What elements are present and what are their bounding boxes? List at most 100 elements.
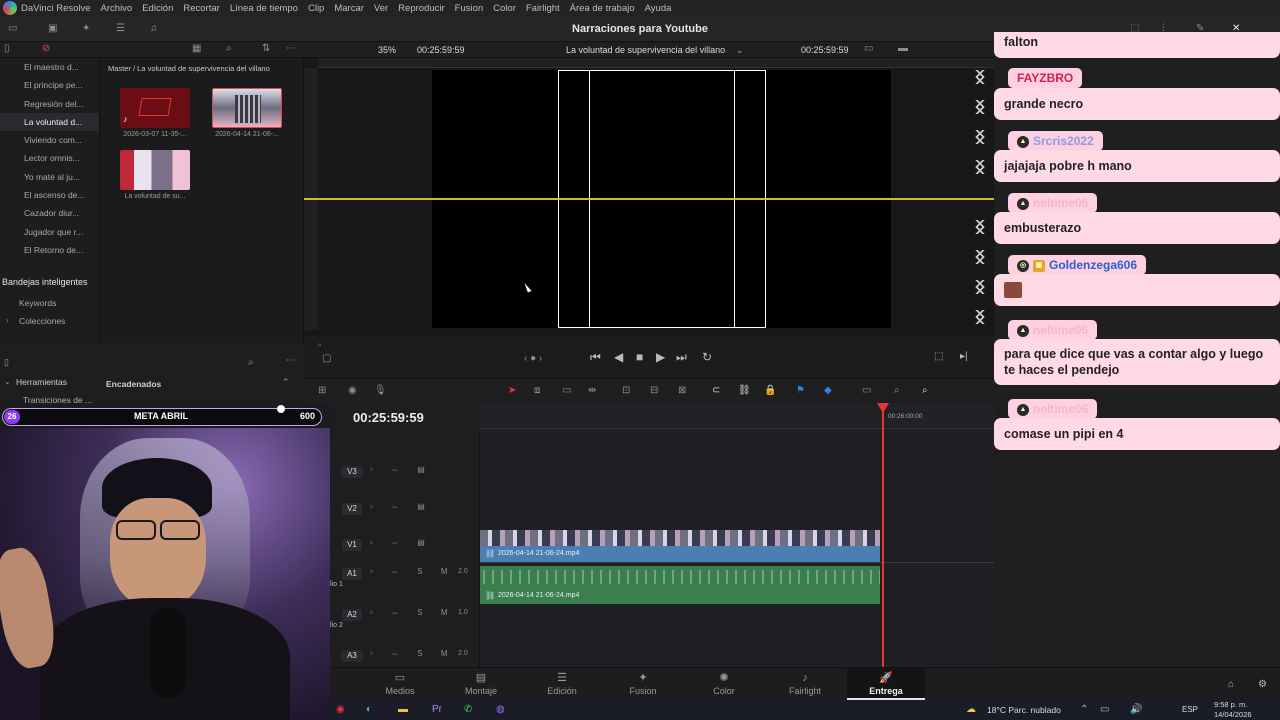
chevron-right-icon[interactable]: › bbox=[6, 316, 9, 325]
insert-icon[interactable]: ⊡ bbox=[622, 384, 630, 398]
track-controls-icon[interactable]: ▫ ⇔ S M bbox=[370, 608, 456, 617]
layout-icon[interactable]: ⊞ bbox=[318, 384, 326, 398]
snap-icon[interactable]: ⊂ bbox=[712, 384, 720, 398]
dynamic-trim-icon[interactable]: ▭ bbox=[562, 384, 571, 398]
audio-clip[interactable]: 2026-04-14 21-06-24.mp4 ⛓ bbox=[480, 566, 880, 604]
tray-chevron-icon[interactable]: ⌃ bbox=[1080, 703, 1088, 717]
page-tab-color[interactable]: ✺ Color bbox=[689, 668, 759, 700]
weather-text[interactable]: 18°C Parc. nublado bbox=[987, 702, 1061, 718]
network-icon[interactable]: ▭ bbox=[1100, 703, 1109, 717]
audio-icon[interactable]: ♫ bbox=[150, 22, 158, 36]
media-clip-thumb[interactable] bbox=[120, 150, 190, 190]
menu-area-trabajo[interactable]: Área de trabajo bbox=[570, 3, 635, 14]
page-tab-medios[interactable]: ▭ Medios bbox=[365, 668, 435, 700]
whatsapp-icon[interactable]: ✆ bbox=[464, 703, 472, 717]
track-controls-icon[interactable]: ▫ ⇔ S M bbox=[370, 567, 456, 576]
marker-icon[interactable]: ◆ bbox=[824, 384, 832, 398]
chevron-down-icon[interactable]: ⌄ bbox=[4, 377, 11, 386]
sort-icon[interactable]: ⇅ bbox=[262, 42, 270, 56]
bin-item[interactable]: El maestro d... bbox=[0, 58, 99, 76]
zoom-custom-icon[interactable]: ⌕ bbox=[922, 384, 928, 398]
track-controls-icon[interactable]: ▫ ⇔ ▤ bbox=[370, 502, 433, 511]
transitions-item[interactable]: Transiciones de ... bbox=[23, 395, 92, 405]
blade-icon[interactable]: ⇹ bbox=[588, 384, 596, 398]
magic-wand-icon[interactable]: ✦ bbox=[82, 22, 90, 36]
menu-archivo[interactable]: Archivo bbox=[101, 3, 133, 14]
page-tab-montaje[interactable]: ▤ Montaje bbox=[446, 668, 516, 700]
menu-reproducir[interactable]: Reproducir bbox=[398, 3, 444, 14]
media-pool-toggle-icon[interactable]: ▭ bbox=[8, 22, 17, 36]
play-icon[interactable]: ▶ bbox=[656, 350, 665, 364]
panel-icon[interactable]: ▯ bbox=[4, 42, 10, 56]
list-icon[interactable]: ☰ bbox=[116, 22, 125, 36]
monitor-icon[interactable]: ▬ bbox=[898, 42, 908, 56]
bin-item[interactable]: Yo maté al ju... bbox=[0, 168, 99, 186]
premiere-icon[interactable]: Pr bbox=[432, 703, 442, 717]
playhead-handle[interactable] bbox=[877, 403, 889, 413]
eye-icon[interactable]: ◉ bbox=[348, 384, 357, 398]
viewer-options-icon[interactable]: ▢ bbox=[322, 352, 331, 366]
bin-item-active[interactable]: La voluntad d... bbox=[0, 112, 99, 132]
mic-icon[interactable]: 🎙 bbox=[374, 384, 387, 398]
menu-recortar[interactable]: Recortar bbox=[183, 3, 219, 14]
folder-icon[interactable]: ▬ bbox=[398, 703, 408, 717]
bin-item[interactable]: El Retorno de... bbox=[0, 241, 99, 259]
bin-item[interactable]: Cazador diur... bbox=[0, 204, 99, 222]
skip-end-icon[interactable]: ⏭ bbox=[676, 350, 687, 364]
app-icon[interactable]: ◍ bbox=[496, 703, 505, 717]
menu-color[interactable]: Color bbox=[493, 3, 516, 14]
play-reverse-icon[interactable]: ◀ bbox=[614, 350, 623, 364]
chevron-down-icon[interactable]: ⌄ bbox=[736, 42, 744, 58]
menu-edicion[interactable]: Edición bbox=[142, 3, 173, 14]
menu-ayuda[interactable]: Ayuda bbox=[645, 3, 672, 14]
menu-linea-tiempo[interactable]: Línea de tiempo bbox=[230, 3, 298, 14]
jog-icon[interactable]: ‹ ● › bbox=[524, 352, 542, 366]
grid-view-icon[interactable]: ▦ bbox=[192, 42, 201, 56]
menu-fairlight[interactable]: Fairlight bbox=[526, 3, 560, 14]
timeline-selector[interactable]: La voluntad de supervivencia del villano bbox=[566, 42, 725, 58]
panel-toggle-icon[interactable]: ▯ bbox=[4, 357, 9, 368]
more-icon[interactable]: ⋯ bbox=[286, 355, 296, 366]
smart-bin-colecciones[interactable]: Colecciones bbox=[19, 316, 65, 326]
page-tab-entrega[interactable]: 🚀 Entrega bbox=[847, 668, 925, 700]
track-controls-icon[interactable]: ▫ ⇔ ▤ bbox=[370, 465, 433, 474]
viewer-mode-icon[interactable]: ▭ bbox=[864, 42, 873, 56]
effects-icon[interactable]: ▣ bbox=[48, 22, 57, 36]
bin-item[interactable]: Lector omnis... bbox=[0, 149, 99, 167]
track-controls-icon[interactable]: ▫ ⇔ ▤ bbox=[370, 538, 433, 547]
zoom-level[interactable]: 35% bbox=[378, 42, 396, 58]
bin-item[interactable]: Regresión del... bbox=[0, 95, 99, 113]
search-icon[interactable]: ⌕ bbox=[226, 42, 232, 56]
overwrite-icon[interactable]: ⊟ bbox=[650, 384, 658, 398]
fullscreen-icon[interactable]: ⬚ bbox=[934, 350, 943, 364]
timeline-slider-icon[interactable]: ◦ bbox=[318, 339, 322, 353]
menu-ver[interactable]: Ver bbox=[374, 3, 388, 14]
bin-item[interactable]: Jugador que r... bbox=[0, 223, 99, 241]
track-controls-icon[interactable]: ▫ ⇔ S M bbox=[370, 649, 456, 658]
more-icon[interactable]: ⋯ bbox=[286, 42, 296, 56]
page-tab-fairlight[interactable]: ♪ Fairlight bbox=[770, 668, 840, 700]
edge-icon[interactable]: ◐ bbox=[366, 703, 372, 717]
next-icon[interactable]: ▸| bbox=[960, 350, 968, 364]
menu-fusion[interactable]: Fusion bbox=[455, 3, 484, 14]
page-tab-edicion[interactable]: ☰ Edición bbox=[527, 668, 597, 700]
zoom-detail-icon[interactable]: ⌕ bbox=[894, 384, 900, 398]
smart-bin-keywords[interactable]: Keywords bbox=[19, 298, 56, 308]
bin-item[interactable]: El ascenso de... bbox=[0, 186, 99, 204]
menu-marcar[interactable]: Marcar bbox=[334, 3, 364, 14]
replace-icon[interactable]: ⊠ bbox=[678, 384, 686, 398]
video-clip[interactable]: 2026-04-14 21-06-24.mp4 ⛓ bbox=[480, 546, 880, 562]
page-tab-fusion[interactable]: ✦ Fusion bbox=[608, 668, 678, 700]
loop-icon[interactable]: ↻ bbox=[702, 350, 712, 364]
video-clip-thumbnails[interactable] bbox=[480, 530, 880, 546]
menu-app[interactable]: DaVinci Resolve bbox=[21, 3, 91, 14]
bin-item[interactable]: Viviendo com... bbox=[0, 131, 99, 149]
tools-section[interactable]: Herramientas bbox=[16, 377, 67, 387]
home-icon[interactable]: ⌂ bbox=[1228, 678, 1234, 692]
chevron-up-icon[interactable]: ⌃ bbox=[282, 377, 290, 388]
media-clip-thumb-selected[interactable] bbox=[212, 88, 282, 128]
lock-icon[interactable]: 🔒 bbox=[764, 384, 776, 398]
media-clip-thumb[interactable]: ♪ bbox=[120, 88, 190, 128]
settings-icon[interactable]: ⚙ bbox=[1258, 678, 1267, 692]
link-icon[interactable]: ⛓ bbox=[738, 384, 751, 398]
